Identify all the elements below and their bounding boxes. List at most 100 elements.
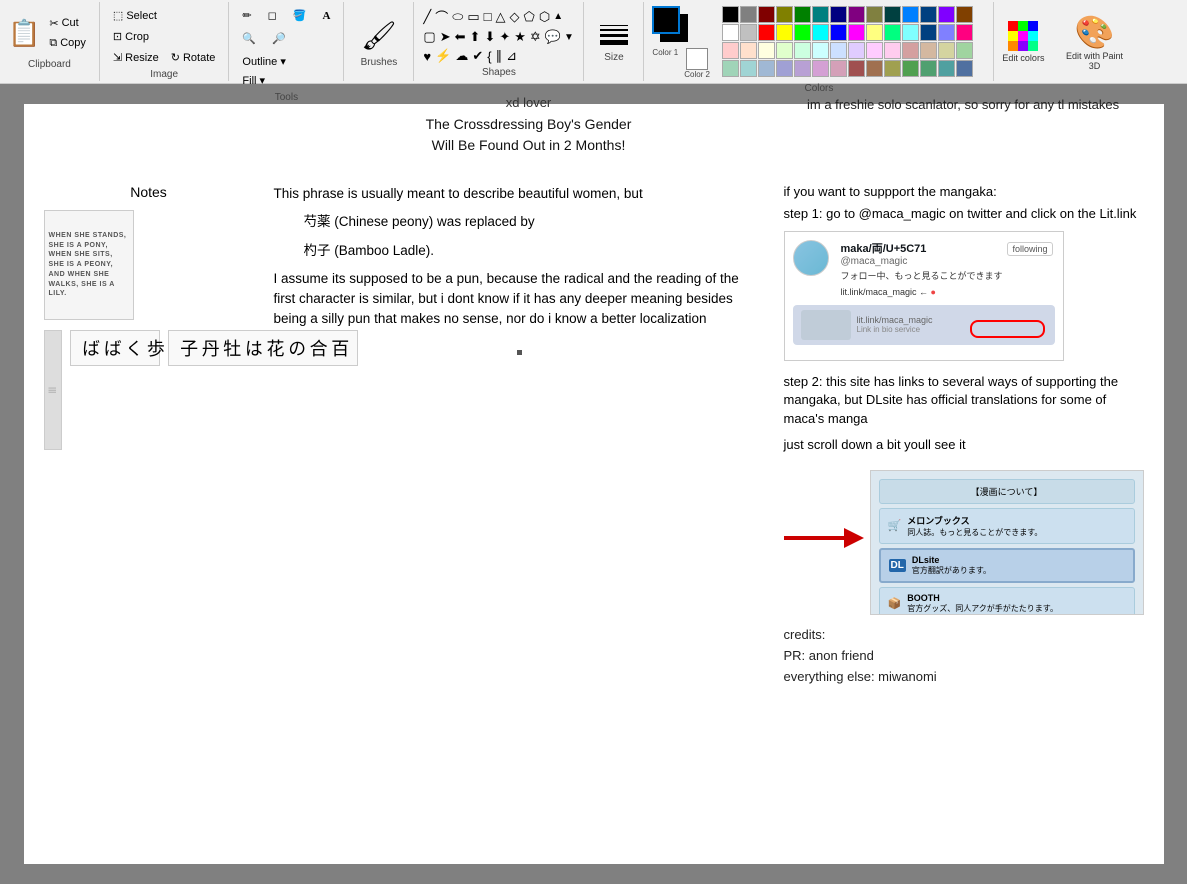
color-swatch[interactable]	[848, 60, 865, 77]
color-swatch[interactable]	[794, 6, 811, 23]
color-swatch[interactable]	[830, 60, 847, 77]
color-swatch[interactable]	[740, 6, 757, 23]
select-button[interactable]: ⬚ Select	[108, 6, 162, 25]
color-swatch[interactable]	[920, 60, 937, 77]
eraser-button[interactable]: ◻	[263, 6, 282, 25]
cloud-icon[interactable]: ☁	[454, 47, 469, 65]
color-swatch[interactable]	[722, 60, 739, 77]
color-swatch[interactable]	[848, 6, 865, 23]
color2-white-box[interactable]	[686, 48, 708, 70]
star6-icon[interactable]: ✡	[529, 28, 542, 46]
color-swatch[interactable]	[722, 42, 739, 59]
color-swatch[interactable]	[776, 60, 793, 77]
color-swatch[interactable]	[848, 42, 865, 59]
para-icon[interactable]: ∥	[495, 47, 504, 65]
bucket-button[interactable]: 🪣	[288, 6, 312, 25]
arrow-l-icon[interactable]: ⬅	[454, 28, 467, 46]
arrow-d-icon[interactable]: ⬇	[483, 28, 496, 46]
color-swatch[interactable]	[866, 24, 883, 41]
color-swatch[interactable]	[812, 24, 829, 41]
color-swatch[interactable]	[884, 42, 901, 59]
color-swatch[interactable]	[794, 24, 811, 41]
arrow-r-icon[interactable]: ➤	[439, 28, 452, 46]
crop-button[interactable]: ⊡ Crop	[108, 27, 154, 46]
heart-icon[interactable]: ♥	[422, 48, 432, 65]
zoom-button[interactable]: 🔎	[267, 29, 291, 48]
color-swatch[interactable]	[866, 6, 883, 23]
triangle-icon[interactable]: △	[495, 8, 507, 26]
drag-dot[interactable]	[517, 350, 522, 355]
color-swatch[interactable]	[956, 6, 973, 23]
color-swatch[interactable]	[740, 42, 757, 59]
call-icon[interactable]: 💬	[544, 28, 562, 46]
oval-icon[interactable]: ⬭	[451, 8, 464, 26]
text-button[interactable]: A	[317, 7, 335, 25]
color-swatch[interactable]	[794, 60, 811, 77]
color-swatch[interactable]	[740, 24, 757, 41]
color1-box[interactable]	[652, 6, 680, 34]
color-swatch[interactable]	[956, 24, 973, 41]
pencil-button[interactable]: ✏	[237, 6, 256, 25]
isoc-icon[interactable]: ⊿	[505, 47, 518, 65]
color-swatch[interactable]	[884, 60, 901, 77]
shapes-down-arrow[interactable]: ▼	[564, 32, 574, 43]
color-swatch[interactable]	[758, 6, 775, 23]
color-swatch[interactable]	[902, 60, 919, 77]
penta-icon[interactable]: ⬠	[523, 8, 536, 26]
color-swatch[interactable]	[758, 24, 775, 41]
color-swatch[interactable]	[902, 42, 919, 59]
color-swatch[interactable]	[920, 24, 937, 41]
color-swatch[interactable]	[884, 6, 901, 23]
color-swatch[interactable]	[938, 60, 955, 77]
line-icon[interactable]: ╱	[422, 8, 432, 26]
color-swatch[interactable]	[758, 60, 775, 77]
color-swatch[interactable]	[830, 6, 847, 23]
lightning-icon[interactable]: ⚡	[434, 47, 452, 65]
color-swatch[interactable]	[956, 42, 973, 59]
shapes-up-arrow[interactable]: ▲	[553, 11, 563, 22]
color-swatch[interactable]	[866, 42, 883, 59]
color-swatch[interactable]	[830, 24, 847, 41]
star4-icon[interactable]: ✦	[498, 28, 511, 46]
paste-button[interactable]: 📋	[8, 18, 40, 49]
color-swatch[interactable]	[902, 24, 919, 41]
color-swatch[interactable]	[758, 42, 775, 59]
rr-icon[interactable]: ▢	[422, 28, 436, 46]
color-swatch[interactable]	[938, 42, 955, 59]
color-swatch[interactable]	[722, 6, 739, 23]
color-swatch[interactable]	[938, 24, 955, 41]
color-swatch[interactable]	[812, 60, 829, 77]
check-icon[interactable]: ✔	[471, 47, 484, 65]
color-swatch[interactable]	[830, 42, 847, 59]
color-swatch[interactable]	[740, 60, 757, 77]
color-swatch[interactable]	[938, 6, 955, 23]
paint3d-label[interactable]: Edit with Paint 3D	[1064, 51, 1124, 71]
color-swatch[interactable]	[920, 6, 937, 23]
color-swatch[interactable]	[776, 24, 793, 41]
hex-icon[interactable]: ⬡	[538, 8, 551, 26]
color-swatch[interactable]	[776, 42, 793, 59]
color-swatch[interactable]	[884, 24, 901, 41]
color-swatch[interactable]	[920, 42, 937, 59]
brace-icon[interactable]: {	[486, 48, 492, 65]
color-swatch[interactable]	[812, 6, 829, 23]
eyedropper-button[interactable]: 🔍	[237, 29, 261, 48]
color-swatch[interactable]	[794, 42, 811, 59]
copy-button[interactable]: ⧉ Copy	[44, 34, 91, 53]
color-swatch[interactable]	[812, 42, 829, 59]
color-swatch[interactable]	[956, 60, 973, 77]
color-swatch[interactable]	[776, 6, 793, 23]
rect2-icon[interactable]: □	[483, 8, 493, 25]
rect-icon[interactable]: ▭	[466, 8, 480, 26]
edit-colors-label[interactable]: Edit colors	[1002, 53, 1044, 63]
color-swatch[interactable]	[848, 24, 865, 41]
cut-button[interactable]: ✂ Cut	[44, 14, 91, 33]
fill-button[interactable]: Fill ▾	[237, 71, 270, 90]
color-swatch[interactable]	[722, 24, 739, 41]
curve-icon[interactable]: ⌒	[434, 6, 449, 27]
arrow-u-icon[interactable]: ⬆	[469, 28, 482, 46]
color-swatch[interactable]	[902, 6, 919, 23]
star5-icon[interactable]: ★	[513, 28, 527, 46]
color-swatch[interactable]	[866, 60, 883, 77]
outline-button[interactable]: Outline ▾	[237, 52, 290, 71]
